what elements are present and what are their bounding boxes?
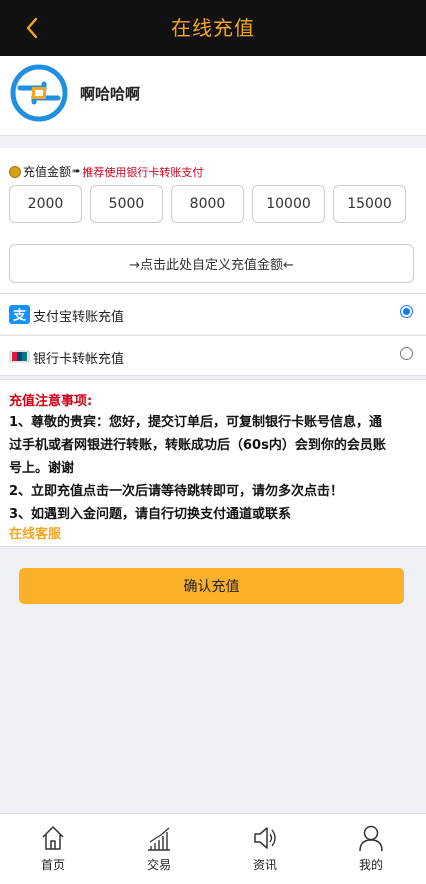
speaker-icon	[254, 827, 276, 849]
user-icon	[359, 825, 383, 852]
tab-mine-label: 我的	[358, 858, 383, 872]
amount-option-8000[interactable]: 8000	[171, 185, 244, 223]
amount-hint: 推荐使用银行卡转账支付	[82, 165, 204, 179]
radio-bank[interactable]	[400, 347, 413, 360]
tab-trade[interactable]: 交易	[106, 824, 212, 880]
amount-label-row: 充值金额 ➠ 推荐使用银行卡转账支付	[9, 163, 203, 180]
username: 啊哈哈啊	[80, 85, 141, 103]
online-service-link[interactable]: 在线客服	[9, 526, 417, 544]
svg-text:支: 支	[12, 308, 27, 324]
logo-icon	[10, 64, 68, 122]
page-title: 在线充值	[171, 16, 255, 40]
coin-icon	[9, 165, 21, 178]
amount-option-5000[interactable]: 5000	[90, 185, 163, 223]
payment-label-alipay: 支付宝转账充值	[33, 310, 125, 325]
tab-mine[interactable]: 我的	[318, 824, 424, 880]
tab-home[interactable]: 首页	[0, 824, 106, 880]
tab-news-label: 资讯	[252, 858, 277, 872]
notice-line-3: 号上。谢谢	[9, 461, 75, 476]
amount-option-10000[interactable]: 10000	[252, 185, 325, 223]
payment-label-bank: 银行卡转帐充值	[33, 352, 125, 367]
amount-label: 充值金额	[23, 165, 72, 179]
notice-title: 充值注意事项:	[9, 394, 93, 409]
tab-home-label: 首页	[40, 858, 65, 872]
notice-line-2: 过手机或者网银进行转账，转账成功后（60s内）会到你的会员账	[9, 438, 386, 453]
payment-option-bank[interactable]: 银行卡转帐充值	[0, 335, 426, 376]
tab-bar: 首页 交易 资讯 我的	[0, 813, 426, 884]
custom-amount-button[interactable]: →点击此处自定义充值金额←	[9, 244, 414, 283]
amount-option-15000[interactable]: 15000	[333, 185, 406, 223]
amount-option-2000[interactable]: 2000	[9, 185, 82, 223]
chart-icon	[148, 827, 170, 851]
home-icon	[42, 826, 64, 850]
radio-alipay[interactable]	[400, 305, 413, 318]
profile-card: 啊哈哈啊	[0, 56, 426, 136]
notice-line-4: 2、立即充值点击一次后请等待跳转即可，请勿多次点击！	[9, 484, 344, 499]
header-bar: 在线充值	[0, 0, 426, 56]
notice-line-1: 1、尊敬的贵宾：您好，提交订单后，可复制银行卡账号信息，通	[9, 415, 383, 430]
arrow-right-icon: ➠	[72, 166, 81, 177]
notice-line-5: 3、如遇到入金问题，请自行切换支付通道或联系	[9, 507, 292, 522]
tab-news[interactable]: 资讯	[212, 824, 318, 880]
confirm-recharge-button[interactable]: 确认充值	[19, 568, 404, 604]
unionpay-icon	[9, 350, 30, 363]
tab-trade-label: 交易	[146, 858, 171, 872]
alipay-icon: 支	[9, 305, 30, 324]
payment-option-alipay[interactable]: 支 支付宝转账充值	[0, 293, 426, 334]
notice-section: 充值注意事项: 1、尊敬的贵宾：您好，提交订单后，可复制银行卡账号信息，通 过手…	[0, 379, 426, 547]
